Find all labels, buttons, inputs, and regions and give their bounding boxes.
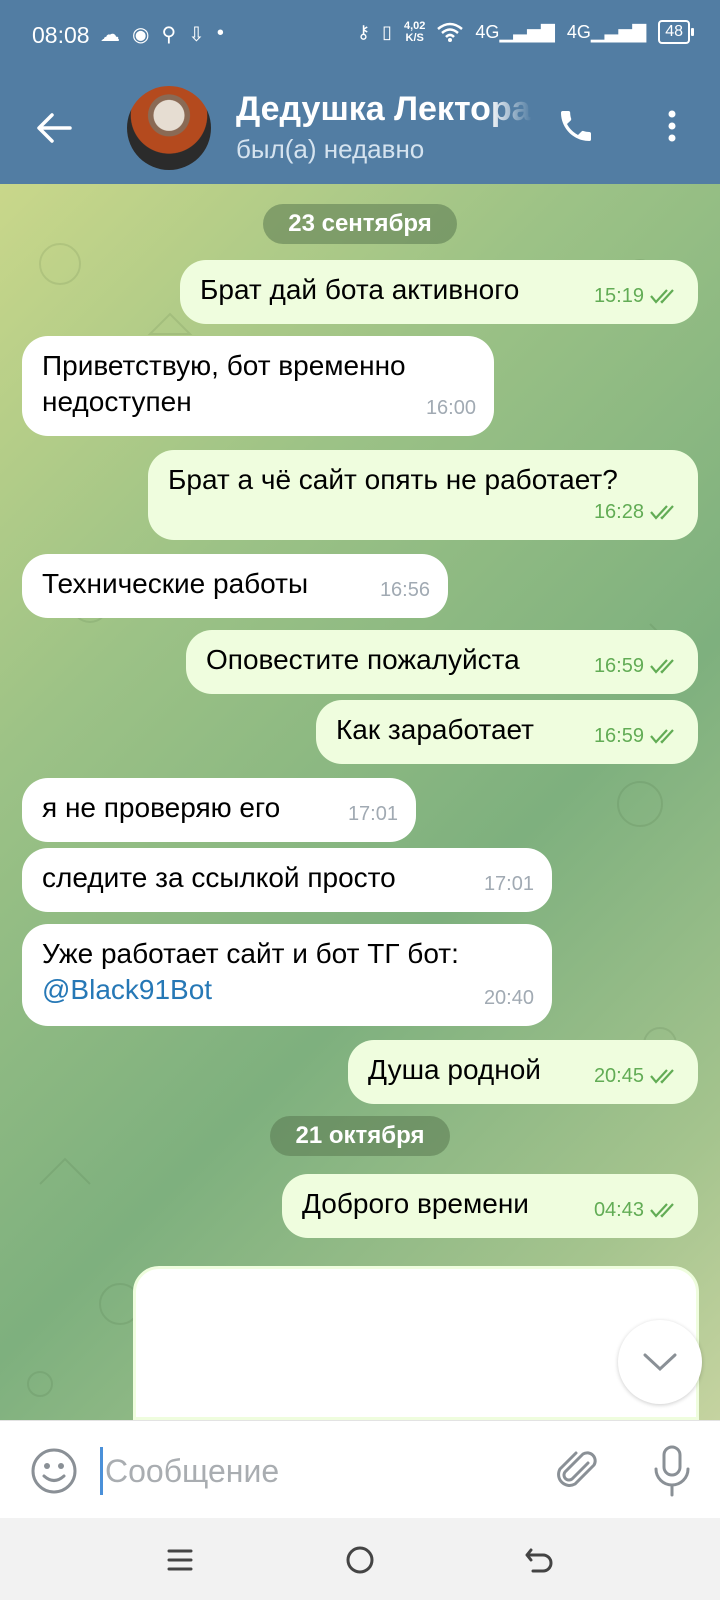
double-check-icon xyxy=(650,1069,674,1084)
message-meta: 17:01 xyxy=(484,866,534,902)
message-time: 16:56 xyxy=(379,579,430,601)
message-text: Душа родной xyxy=(368,1054,541,1085)
message-incoming[interactable]: следите за ссылкой просто 17:01 xyxy=(22,848,552,912)
message-meta: 16:28 xyxy=(594,494,680,530)
message-outgoing[interactable]: Как заработает 16:59 xyxy=(316,700,698,764)
message-input[interactable] xyxy=(100,1447,520,1495)
message-text: Брат а чё сайт опять не работает? xyxy=(168,464,618,495)
battery-indicator: 48 xyxy=(658,20,694,44)
message-time: 17:01 xyxy=(483,873,534,895)
microphone-icon[interactable] xyxy=(646,1443,698,1499)
message-input-bar xyxy=(0,1420,720,1518)
message-text: следите за ссылкой просто xyxy=(42,862,396,893)
message-meta: 04:43 xyxy=(594,1192,680,1228)
signal-1-icon: 4G▁▃▅▇ xyxy=(475,21,555,42)
circle-home-icon xyxy=(346,1546,374,1574)
arrow-left-icon xyxy=(37,113,72,143)
search-icon: ⚲ xyxy=(161,24,177,46)
smiley-icon[interactable] xyxy=(28,1445,80,1497)
message-time: 16:28 xyxy=(593,501,644,523)
message-text: Брат дай бота активного xyxy=(200,274,520,305)
message-meta: 16:59 xyxy=(594,648,680,684)
message-time: 20:40 xyxy=(483,987,534,1009)
message-meta: 16:59 xyxy=(594,718,680,754)
key-icon: ⚷ xyxy=(356,21,371,42)
message-time: 15:19 xyxy=(593,285,644,307)
system-icons: ⚷ ▯ 4,02 K/S 4G▁▃▅▇ 4G▁▃▅▇ 48 xyxy=(356,20,694,44)
scroll-down-button[interactable] xyxy=(618,1320,702,1404)
chat-header: Дедушка Лектора был(а) недавно xyxy=(0,72,720,184)
media-message-preview[interactable] xyxy=(133,1266,699,1420)
message-outgoing[interactable]: Брат а чё сайт опять не работает? 16:28 xyxy=(148,450,698,540)
back-nav-button[interactable] xyxy=(518,1538,562,1582)
message-time: 04:43 xyxy=(593,1199,644,1221)
chat-status: был(а) недавно xyxy=(236,134,425,164)
chevron-down-icon xyxy=(643,1353,677,1372)
more-vertical-icon xyxy=(668,110,676,142)
paperclip-icon[interactable] xyxy=(552,1445,604,1497)
double-check-icon xyxy=(650,729,674,744)
message-text: Технические работы xyxy=(42,568,309,599)
message-time: 16:59 xyxy=(593,655,644,677)
message-text: Приветствую, бот временно недоступен xyxy=(42,350,406,417)
system-navigation-bar xyxy=(0,1518,720,1600)
double-check-icon xyxy=(650,505,674,520)
double-check-icon xyxy=(650,289,674,304)
return-icon xyxy=(525,1548,553,1573)
message-incoming[interactable]: Технические работы 16:56 xyxy=(22,554,448,618)
call-button[interactable] xyxy=(552,102,600,150)
message-time: 17:01 xyxy=(347,803,398,825)
status-bar: 08:08 ☁ ◉ ⚲ ⇩ • ⚷ ▯ 4,02 K/S 4G▁▃▅▇ 4G▁▃… xyxy=(0,0,720,72)
android-icon: ◉ xyxy=(132,24,150,46)
message-outgoing[interactable]: Душа родной 20:45 xyxy=(348,1040,698,1104)
message-text: Как заработает xyxy=(336,714,535,745)
message-text: Уже работает сайт и бот ТГ бот: xyxy=(42,938,459,969)
download-icon: ⇩ xyxy=(188,24,205,46)
back-button[interactable] xyxy=(30,104,78,152)
home-button[interactable] xyxy=(338,1538,382,1582)
message-outgoing[interactable]: Оповестите пожалуйста 16:59 xyxy=(186,630,698,694)
message-meta: 20:45 xyxy=(594,1058,680,1094)
message-time: 16:59 xyxy=(593,725,644,747)
recents-button[interactable] xyxy=(158,1538,202,1582)
dot-icon: • xyxy=(216,22,224,44)
status-time: 08:08 xyxy=(32,22,90,48)
signal-2-icon: 4G▁▃▅▇ xyxy=(566,21,647,42)
avatar[interactable] xyxy=(127,86,211,170)
bot-username-link[interactable]: @Black91Bot xyxy=(42,974,212,1005)
message-meta: 20:40 xyxy=(484,980,534,1016)
notification-icons: ☁ ◉ ⚲ ⇩ • xyxy=(100,22,224,47)
message-incoming[interactable]: Приветствую, бот временно недоступен 16:… xyxy=(22,336,494,436)
message-outgoing[interactable]: Доброго времени 04:43 xyxy=(282,1174,698,1238)
message-meta: 15:19 xyxy=(594,278,680,314)
double-check-icon xyxy=(650,1203,674,1218)
hamburger-icon xyxy=(167,1549,193,1571)
message-time: 16:00 xyxy=(425,397,476,419)
phone-icon xyxy=(561,111,591,141)
message-text: Оповестите пожалуйста xyxy=(206,644,520,675)
chat-title[interactable]: Дедушка Лектора xyxy=(236,90,532,129)
vibrate-icon: ▯ xyxy=(382,21,392,42)
message-meta: 16:00 xyxy=(426,390,476,426)
notification-icon: ☁ xyxy=(100,24,120,46)
network-speed: 4,02 K/S xyxy=(404,20,426,44)
date-separator: 21 октября xyxy=(270,1116,450,1156)
more-menu-button[interactable] xyxy=(648,102,696,150)
chat-messages[interactable]: 23 сентября Брат дай бота активного 15:1… xyxy=(0,184,720,1420)
double-check-icon xyxy=(650,659,674,674)
message-meta: 16:56 xyxy=(380,572,430,608)
date-separator: 23 сентября xyxy=(263,204,457,244)
message-time: 20:45 xyxy=(593,1065,644,1087)
message-incoming[interactable]: я не проверяю его 17:01 xyxy=(22,778,416,842)
message-text: я не проверяю его xyxy=(42,792,281,823)
message-incoming[interactable]: Уже работает сайт и бот ТГ бот: @Black91… xyxy=(22,924,552,1026)
message-meta: 17:01 xyxy=(348,796,398,832)
message-text: Доброго времени xyxy=(302,1188,529,1219)
wifi-icon xyxy=(437,22,464,42)
message-outgoing[interactable]: Брат дай бота активного 15:19 xyxy=(180,260,698,324)
